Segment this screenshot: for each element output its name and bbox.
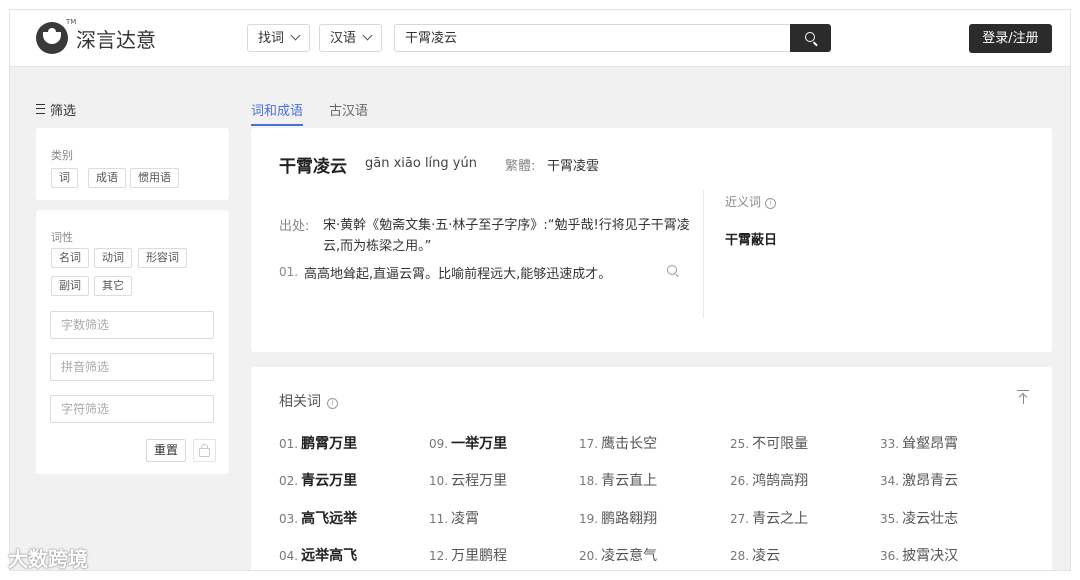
definition-text: 高高地耸起,直逼云霄。比喻前程远大,能够迅速成才。 [304,267,612,282]
watermark-text: 大数跨境 [8,547,88,571]
language-select[interactable]: 汉语 [319,24,383,52]
related-title: 相关词 i [279,391,338,411]
related-item[interactable]: 34. 激昂青云 [880,470,958,490]
chip-category-word[interactable]: 词 [51,168,78,188]
tab-classical-chinese[interactable]: 古汉语 [329,100,368,119]
divider [703,190,704,318]
related-item[interactable]: 35. 凌云壮志 [880,508,958,528]
related-item[interactable]: 33. 耸壑昂霄 [880,433,958,453]
synonym-label-text: 近义词 [725,195,762,209]
login-button[interactable]: 登录/注册 [969,24,1052,53]
traditional-label: 繁體: [505,159,536,174]
related-item[interactable]: 36. 披霄决汉 [880,545,958,565]
related-item[interactable]: 18. 青云直上 [579,470,657,490]
app-window: TM 深言达意 找词 汉语 干霄凌云 登录/注册 筛选 类别 词 成语 惯用语 … [10,10,1070,570]
mode-select[interactable]: 找词 [247,24,311,52]
related-item[interactable]: 19. 鹏路翱翔 [579,508,657,528]
related-card: 相关词 i 01. 鹏霄万里 02. 青云万里 03. 高飞远举 04. 远举高飞 09.… [251,367,1052,570]
reset-button[interactable]: 重置 [146,439,186,462]
synonym-word[interactable]: 干霄蔽日 [725,229,777,248]
related-item[interactable]: 12. 万里鹏程 [429,545,507,565]
definition-number: 01. [279,265,299,279]
tab-words-idioms[interactable]: 词和成语 [251,100,304,126]
search-icon [805,32,815,42]
info-icon[interactable]: i [327,398,338,409]
lock-icon [199,444,210,457]
mode-select-value: 找词 [258,31,285,46]
chip-category-idiom[interactable]: 成语 [88,168,126,188]
chip-category-usage[interactable]: 惯用语 [130,168,179,188]
back-to-top-icon[interactable] [1017,390,1029,404]
filter-title: 筛选 [36,100,76,119]
source-text: 宋·黄幹《勉斋文集·五·林子至子字序》:“勉乎哉!行将见子干霄凌云,而为栋梁之用… [323,218,690,254]
logo-text: 深言达意 [76,27,156,52]
search-icon[interactable] [667,265,677,275]
related-item[interactable]: 25. 不可限量 [730,433,808,453]
chip-pos-adjective[interactable]: 形容词 [138,248,187,268]
chip-pos-other[interactable]: 其它 [94,276,132,296]
related-item[interactable]: 02. 青云万里 [279,470,357,490]
chevron-down-icon [290,30,301,41]
related-item[interactable]: 26. 鸿鹄高翔 [730,470,808,490]
chevron-down-icon [362,30,373,41]
pos-filter-card: 词性 名词 动词 形容词 副词 其它 字数筛选 拼音筛选 字符筛选 重置 [36,210,229,474]
related-item[interactable]: 04. 远举高飞 [279,545,357,565]
filter-icon [36,104,45,114]
related-item[interactable]: 01. 鹏霄万里 [279,433,357,453]
related-item[interactable]: 09. 一举万里 [429,433,507,453]
lock-button[interactable] [193,439,216,462]
related-item[interactable]: 11. 凌霄 [429,508,479,528]
related-item[interactable]: 17. 鹰击长空 [579,433,657,453]
pinyin-filter-input[interactable]: 拼音筛选 [50,353,214,381]
chip-pos-noun[interactable]: 名词 [51,248,89,268]
related-item[interactable]: 20. 凌云意气 [579,545,657,565]
language-select-value: 汉语 [330,31,357,46]
related-title-label: 相关词 [279,394,321,410]
category-filter-card: 类别 词 成语 惯用语 [36,128,229,200]
synonym-label: 近义词 i [725,193,777,210]
top-bar: TM 深言达意 找词 汉语 干霄凌云 登录/注册 [10,10,1070,67]
character-filter-input[interactable]: 字符筛选 [50,395,214,423]
search-button[interactable] [790,24,831,52]
search-input[interactable]: 干霄凌云 [394,24,791,52]
trademark-mark: TM [66,18,77,26]
pos-label: 词性 [51,231,73,244]
related-item[interactable]: 10. 云程万里 [429,470,507,490]
source-label: 出处: [279,219,310,234]
logo-icon [36,22,68,54]
chip-pos-verb[interactable]: 动词 [94,248,132,268]
info-icon[interactable]: i [765,198,777,209]
filter-title-label: 筛选 [50,104,77,119]
chip-pos-adverb[interactable]: 副词 [51,276,89,296]
entry-card: 干霄凌云 gān xiāo líng yún 繁體: 干霄凌雲 出处: 宋·黄幹… [251,128,1052,352]
watermark: 大数跨境 [8,543,88,572]
related-item[interactable]: 03. 高飞远举 [279,508,357,528]
word-count-filter-input[interactable]: 字数筛选 [50,311,214,339]
related-item[interactable]: 28. 凌云 [730,545,780,565]
entry-pinyin: gān xiāo líng yún [365,156,477,171]
traditional-value: 干霄凌雲 [547,159,600,174]
entry-word: 干霄凌云 [279,157,347,177]
related-item[interactable]: 27. 青云之上 [730,508,808,528]
category-label: 类别 [51,149,73,162]
logo[interactable]: TM 深言达意 [36,18,156,54]
